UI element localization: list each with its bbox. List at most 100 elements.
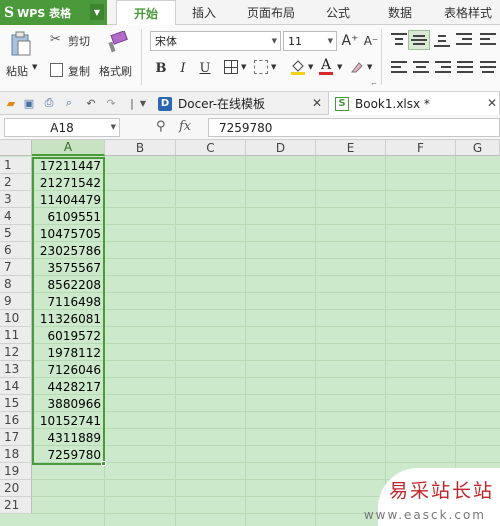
align-left-icon[interactable] <box>391 61 407 75</box>
ribbon-divider <box>381 29 382 85</box>
cut-button[interactable]: 剪切 <box>68 33 90 49</box>
tab-data[interactable]: 数据 <box>372 0 428 25</box>
menu-bar: S WPS 表格 ▼ 开始 插入 页面布局 公式 数据 表格样式 <box>0 0 500 26</box>
row-header-7[interactable]: 7 <box>0 259 32 276</box>
row-header-13[interactable]: 13 <box>0 361 32 378</box>
name-box[interactable]: A18 ▼ <box>4 118 120 137</box>
app-menu-arrow-icon[interactable]: ▼ <box>90 4 104 20</box>
format-painter-icon[interactable] <box>106 30 128 55</box>
column-header-c[interactable]: C <box>176 140 246 156</box>
row-header-15[interactable]: 15 <box>0 395 32 412</box>
app-name: WPS 表格 <box>17 6 72 20</box>
clear-dropdown-icon[interactable]: ▼ <box>367 63 372 71</box>
document-tab-bar: ▰ ▣ ⎙ ⌕ ↶ ↷ | ▼ D Docer-在线模板 ✕ S Book1.x… <box>0 92 500 115</box>
close-icon[interactable]: ✕ <box>312 96 322 110</box>
docer-icon: D <box>158 96 172 111</box>
align-middle-button[interactable] <box>408 30 430 50</box>
fill-handle[interactable] <box>101 461 106 466</box>
save-icon[interactable]: ▣ <box>22 96 36 110</box>
formula-input[interactable]: 7259780 <box>208 118 500 137</box>
paste-dropdown-icon[interactable]: ▼ <box>32 63 37 71</box>
redo-icon[interactable]: ↷ <box>104 96 118 110</box>
column-header-e[interactable]: E <box>316 140 386 156</box>
row-header-4[interactable]: 4 <box>0 208 32 225</box>
row-header-18[interactable]: 18 <box>0 446 32 463</box>
grow-font-button[interactable]: A⁺ <box>341 32 359 50</box>
ribbon: 粘贴 ▼ ✂ 剪切 复制 格式刷 宋体 ▼ 11 ▼ A⁺ A⁻ B I U ▼… <box>0 25 500 92</box>
close-icon[interactable]: ✕ <box>487 96 497 110</box>
borders-dropdown-icon[interactable]: ▼ <box>241 63 246 71</box>
row-header-12[interactable]: 12 <box>0 344 32 361</box>
row-header-5[interactable]: 5 <box>0 225 32 242</box>
search-icon[interactable]: ⚲ <box>156 119 166 134</box>
column-header-f[interactable]: F <box>386 140 456 156</box>
row-header-9[interactable]: 9 <box>0 293 32 310</box>
paste-button[interactable]: 粘贴 <box>6 63 28 79</box>
underline-button[interactable]: U <box>196 59 214 77</box>
row-header-3[interactable]: 3 <box>0 191 32 208</box>
align-center-icon[interactable] <box>413 61 429 75</box>
justify-icon[interactable] <box>457 61 473 75</box>
increase-indent-icon[interactable] <box>480 33 496 47</box>
print-preview-icon[interactable]: ⌕ <box>62 96 76 110</box>
row-header-19[interactable]: 19 <box>0 463 32 480</box>
row-header-17[interactable]: 17 <box>0 429 32 446</box>
bold-button[interactable]: B <box>152 59 170 77</box>
tab-table-styles[interactable]: 表格样式 <box>436 0 500 25</box>
column-header-d[interactable]: D <box>246 140 316 156</box>
paste-icon[interactable] <box>10 31 32 57</box>
decrease-indent-icon[interactable] <box>456 33 472 47</box>
italic-button[interactable]: I <box>174 59 192 77</box>
open-folder-icon[interactable]: ▰ <box>4 96 18 110</box>
tab-book1[interactable]: S Book1.xlsx * ✕ <box>328 92 500 115</box>
tab-insert[interactable]: 插入 <box>180 0 228 25</box>
column-header-b[interactable]: B <box>105 140 176 156</box>
fill-dropdown-icon[interactable]: ▼ <box>308 63 313 71</box>
font-size-select[interactable]: 11 ▼ <box>283 31 337 51</box>
select-all-corner[interactable] <box>0 140 32 156</box>
row-header-2[interactable]: 2 <box>0 174 32 191</box>
tab-docer-templates[interactable]: D Docer-在线模板 ✕ <box>154 92 324 115</box>
tab-page-layout[interactable]: 页面布局 <box>236 0 306 25</box>
font-dialog-launcher-icon[interactable]: ⌐ <box>371 80 377 88</box>
align-bottom-icon[interactable] <box>434 33 450 47</box>
font-color-icon[interactable]: A <box>318 57 334 76</box>
undo-icon[interactable]: ↶ <box>84 96 98 110</box>
row-header-21[interactable]: 21 <box>0 497 32 514</box>
selection-range-box <box>32 157 105 465</box>
row-header-10[interactable]: 10 <box>0 310 32 327</box>
font-name-select[interactable]: 宋体 ▼ <box>150 31 281 51</box>
copy-button[interactable]: 复制 <box>68 63 90 79</box>
merge-dropdown-icon[interactable]: ▼ <box>271 63 276 71</box>
print-icon[interactable]: ⎙ <box>42 96 56 110</box>
cell-reference: A18 <box>50 120 74 135</box>
copy-icon[interactable] <box>50 63 63 77</box>
borders-icon[interactable] <box>224 60 238 74</box>
align-right-icon[interactable] <box>435 61 451 75</box>
fx-button[interactable]: fx <box>179 119 191 134</box>
format-painter-button[interactable]: 格式刷 <box>99 63 132 79</box>
merge-cells-icon[interactable] <box>254 60 268 74</box>
align-top-icon[interactable] <box>391 33 407 47</box>
customize-toolbar-icon[interactable]: ▼ <box>136 96 150 110</box>
row-header-11[interactable]: 11 <box>0 327 32 344</box>
shrink-font-button[interactable]: A⁻ <box>362 32 380 50</box>
row-header-6[interactable]: 6 <box>0 242 32 259</box>
app-logo-button[interactable]: S WPS 表格 ▼ <box>0 0 107 25</box>
chevron-down-icon: ▼ <box>110 123 116 131</box>
tab-home[interactable]: 开始 <box>116 0 176 26</box>
scissors-icon[interactable]: ✂ <box>50 32 61 47</box>
distributed-align-icon[interactable] <box>480 61 496 75</box>
formula-bar: A18 ▼ ⚲ fx 7259780 <box>0 115 500 140</box>
tab-formulas[interactable]: 公式 <box>314 0 362 25</box>
row-header-16[interactable]: 16 <box>0 412 32 429</box>
clear-format-icon[interactable] <box>350 60 364 74</box>
row-header-1[interactable]: 1 <box>0 157 32 174</box>
font-color-dropdown-icon[interactable]: ▼ <box>337 63 342 71</box>
column-header-a[interactable]: A <box>32 140 105 156</box>
column-header-g[interactable]: G <box>456 140 500 156</box>
row-header-8[interactable]: 8 <box>0 276 32 293</box>
row-header-20[interactable]: 20 <box>0 480 32 497</box>
row-header-14[interactable]: 14 <box>0 378 32 395</box>
fill-color-icon[interactable] <box>290 58 306 76</box>
